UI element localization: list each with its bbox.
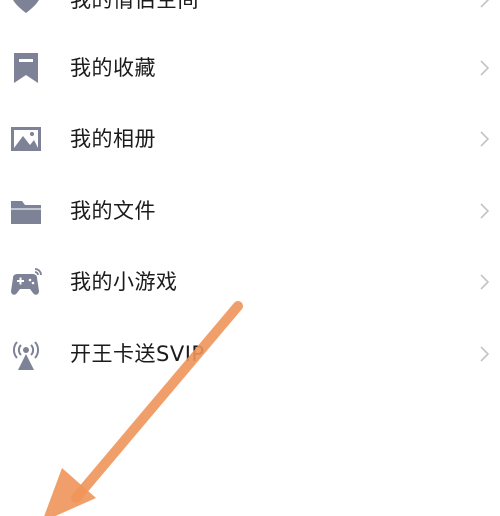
menu-item-album[interactable]: 我的相册 <box>0 103 500 175</box>
chevron-right-icon <box>480 346 490 362</box>
folder-icon <box>8 193 44 229</box>
bookmark-icon <box>8 50 44 86</box>
chevron-right-icon <box>480 131 490 147</box>
menu-item-king-card-svip[interactable]: 开王卡送SVIP <box>0 318 500 390</box>
photo-icon <box>8 121 44 157</box>
menu-item-label: 我的收藏 <box>70 56 156 80</box>
menu-item-label: 我的文件 <box>70 199 156 223</box>
gamepad-icon <box>8 264 44 300</box>
menu-item-label: 我的相册 <box>70 127 156 151</box>
menu-item-favorites[interactable]: 我的收藏 <box>0 32 500 104</box>
menu-item-label: 开王卡送SVIP <box>70 342 205 366</box>
settings-menu: 我的情侣空间 我的收藏 我的相册 我的文件 我的小游戏 开王卡送SVIP <box>0 0 500 516</box>
chevron-right-icon <box>480 0 490 8</box>
chevron-right-icon <box>480 203 490 219</box>
broadcast-tower-icon <box>8 336 44 372</box>
heart-icon <box>8 0 44 18</box>
chevron-right-icon <box>480 60 490 76</box>
menu-item-mini-games[interactable]: 我的小游戏 <box>0 246 500 318</box>
menu-item-label: 我的情侣空间 <box>70 0 199 12</box>
menu-item-files[interactable]: 我的文件 <box>0 175 500 247</box>
chevron-right-icon <box>480 274 490 290</box>
menu-item-couple-space[interactable]: 我的情侣空间 <box>0 0 500 36</box>
menu-item-label: 我的小游戏 <box>70 270 178 294</box>
